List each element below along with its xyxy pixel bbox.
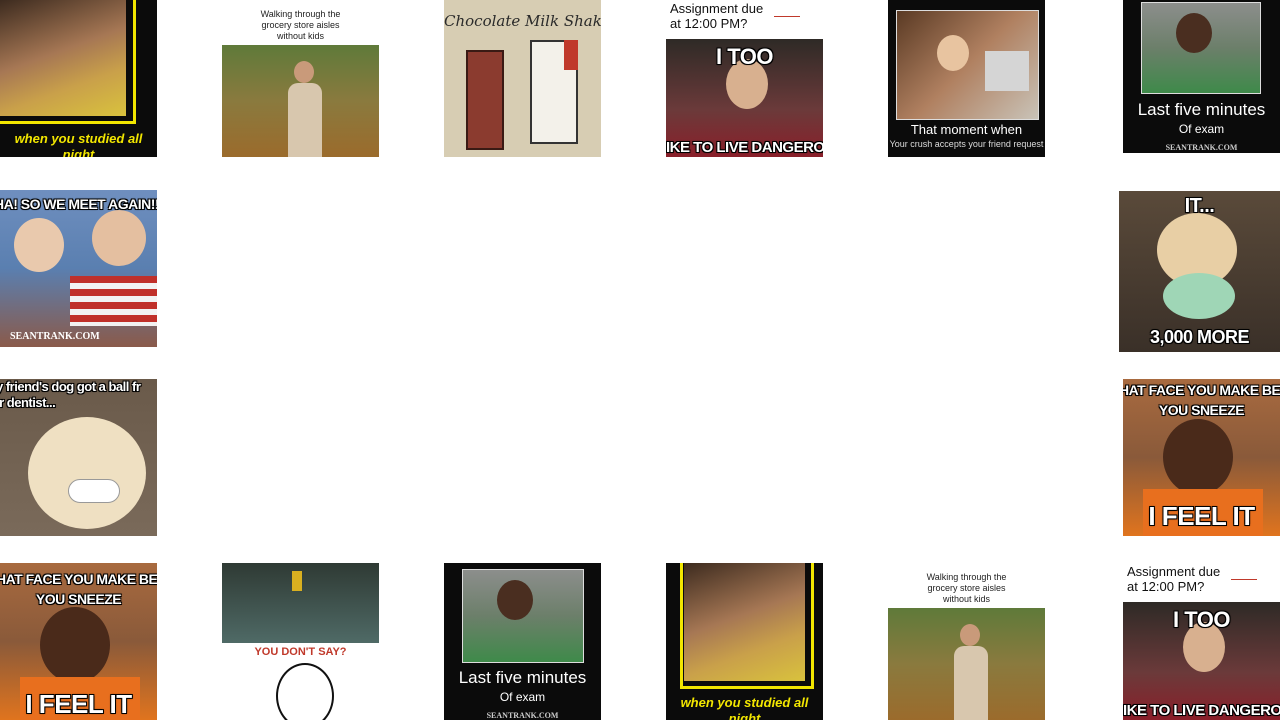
meme-dog-dentist[interactable]: y friend's dog got a ball fr ir dentist.… (0, 379, 157, 536)
meme-grocery-store-2[interactable]: Walking through the grocery store aisles… (888, 563, 1045, 720)
meme-bottom-text: 3,000 MORE (1149, 327, 1250, 347)
meme-credit: SEANTRANK.COM (486, 711, 559, 720)
rage-face-drawing (276, 663, 334, 720)
sleeping-student-photo (684, 563, 805, 681)
meme-caption: Last five minutes (1137, 100, 1266, 119)
meme-top-text: ir dentist... (0, 395, 56, 410)
meme-subcaption: Your crush accepts your friend request (889, 139, 1044, 149)
meme-credit: SEANTRANK.COM (10, 331, 100, 342)
meme-bottom-text: I FEEL IT (1148, 501, 1255, 531)
baby-photo (14, 218, 64, 272)
meme-top-text: YOU SNEEZE (1158, 402, 1245, 418)
meme-sneeze-1[interactable]: HAT FACE YOU MAKE BEFO YOU SNEEZE I FEEL… (1123, 379, 1280, 536)
meme-assignment-due-2[interactable]: Assignment due at 12:00 PM? I TOO IKE TO… (1123, 563, 1280, 720)
meme-caption: Assignment due at 12:00 PM? (1127, 564, 1221, 594)
meme-top-text: HAT FACE YOU MAKE BEFO (0, 571, 157, 587)
meme-top-text: HAT FACE YOU MAKE BEFO (1123, 382, 1280, 398)
meme-top-text: HA! SO WE MEET AGAIN!! (0, 196, 157, 212)
kid-photo (40, 607, 110, 683)
meme-caption: That moment when (910, 122, 1023, 137)
meme-credit: SEANTRANK.COM (1165, 143, 1238, 152)
meme-bottom-text: IKE TO LIVE DANGEROUSL (1123, 702, 1280, 719)
meme-bottom-text: I FEEL IT (25, 689, 132, 719)
kid-writing-photo (1141, 2, 1261, 94)
meme-crush-friend-request[interactable]: That moment when Your crush accepts your… (888, 0, 1045, 157)
woman-leaves-photo (888, 608, 1045, 720)
meme-caption: YOU DON'T SAY? (254, 646, 347, 658)
meme-studied-all-night-1[interactable]: when you studied all night (0, 0, 157, 157)
meme-caption: when you studied all night (14, 131, 143, 157)
meme-caption: Assignment due at 12:00 PM? (670, 1, 764, 31)
arrow-icon (774, 16, 800, 17)
meme-chocolate-milk-shake[interactable]: Chocolate Milk Shake (444, 0, 601, 157)
meme-grocery-store-1[interactable]: Walking through the grocery store aisles… (222, 0, 379, 157)
meme-top-text: IT... (1184, 195, 1215, 217)
arrow-icon (1231, 579, 1257, 580)
baby-laptop-photo (896, 10, 1039, 120)
meme-subcaption: Of exam (499, 690, 546, 704)
meme-caption: Chocolate Milk Shake (444, 12, 601, 30)
meme-subcaption: Of exam (1178, 122, 1225, 136)
meme-last-five-minutes-2[interactable]: Last five minutes Of exam SEANTRANK.COM (444, 563, 601, 720)
meme-top-text: I TOO (1173, 607, 1231, 632)
chocolate-bar-drawing (466, 50, 504, 150)
meme-dog-3000-more[interactable]: IT... 3,000 MORE (1119, 191, 1280, 352)
meme-sneeze-2[interactable]: HAT FACE YOU MAKE BEFO YOU SNEEZE I FEEL… (0, 563, 157, 720)
milk-carton-drawing (530, 40, 578, 144)
meme-assignment-due-1[interactable]: Assignment due at 12:00 PM? I TOO IKE TO… (666, 0, 823, 157)
meme-we-meet-again[interactable]: HA! SO WE MEET AGAIN!! SEANTRANK.COM (0, 190, 157, 347)
dog-photo (28, 417, 146, 529)
meme-top-text: I TOO (716, 44, 774, 69)
meme-last-five-minutes-1[interactable]: Last five minutes Of exam SEANTRANK.COM (1123, 0, 1280, 153)
meme-top-text: YOU SNEEZE (35, 591, 122, 607)
meme-caption: Walking through the grocery store aisles… (260, 9, 341, 41)
meme-caption: when you studied all night (680, 695, 809, 720)
sleeping-student-photo (0, 0, 126, 116)
meme-you-dont-say[interactable]: YOU DON'T SAY? (222, 563, 379, 720)
flooded-street-photo (222, 563, 379, 643)
meme-caption: Last five minutes (458, 668, 587, 687)
meme-top-text: y friend's dog got a ball fr (0, 379, 141, 394)
kid-writing-photo (462, 569, 584, 663)
meme-bottom-text: IKE TO LIVE DANGEROUSL (666, 139, 823, 156)
woman-leaves-photo (222, 45, 379, 157)
meme-studied-all-night-2[interactable]: when you studied all night (666, 563, 823, 720)
kid-photo (1163, 419, 1233, 495)
meme-caption: Walking through the grocery store aisles… (926, 572, 1007, 604)
baby-photo (92, 210, 146, 266)
